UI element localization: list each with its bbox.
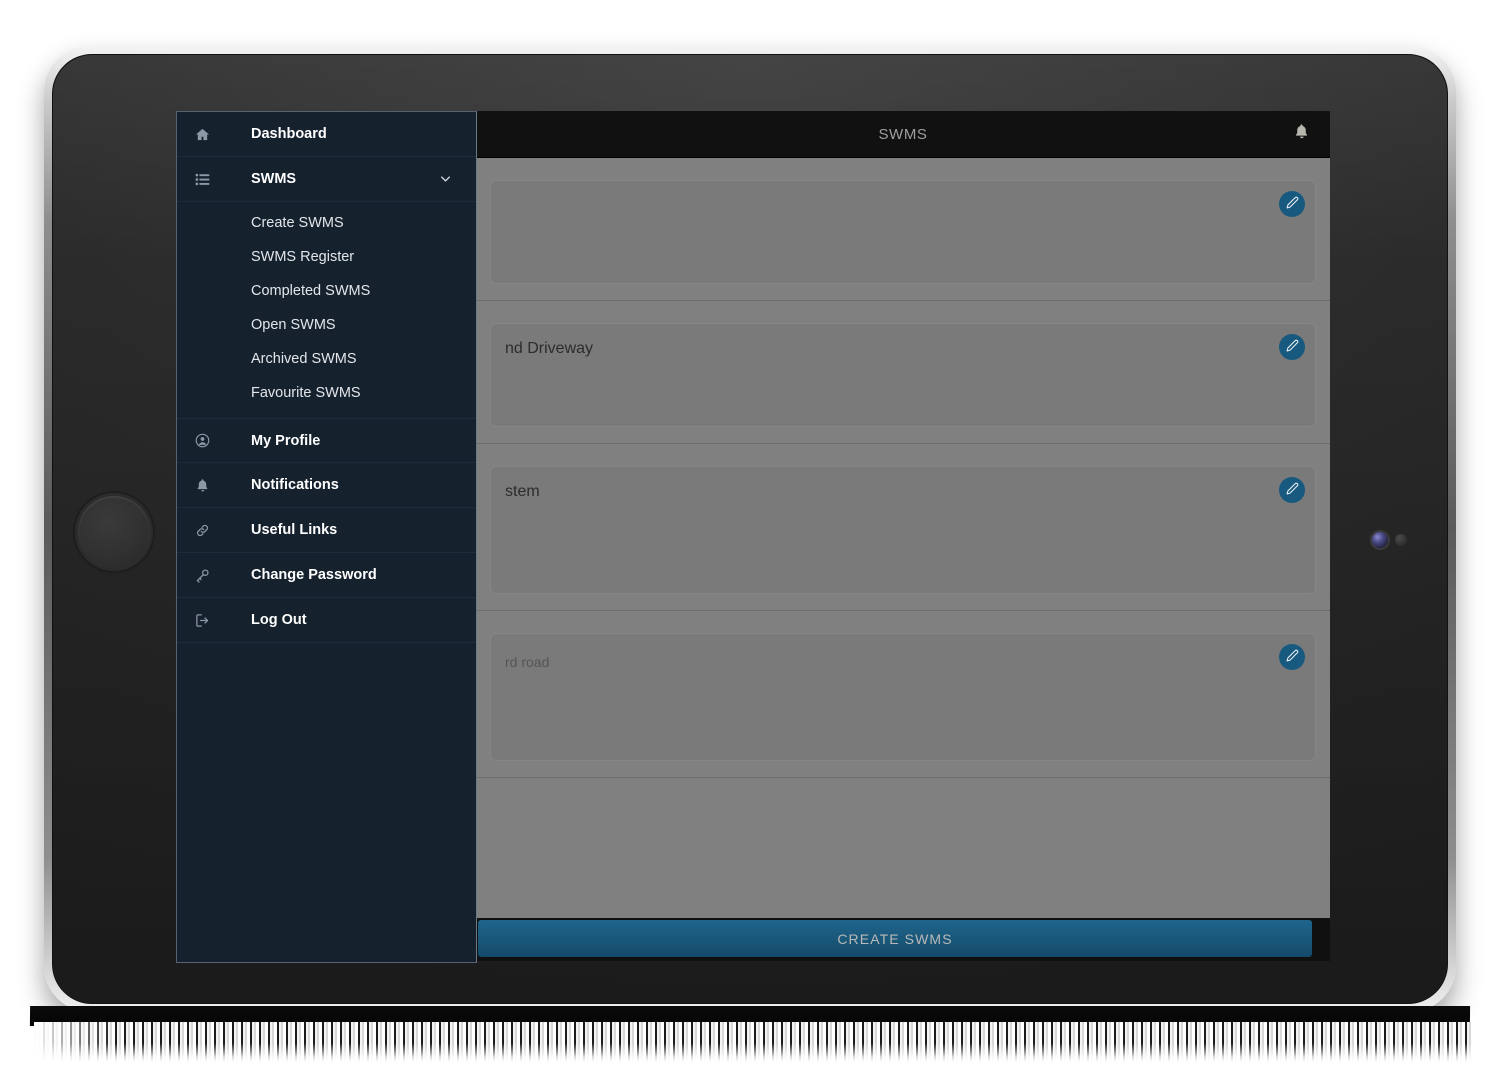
edit-pencil-icon [1286,339,1299,355]
edit-swms-button[interactable] [1279,644,1305,670]
sidebar-item-label: Useful Links [251,522,338,538]
create-swms-bar: CREATE SWMS [476,918,1330,961]
front-camera-icon [1372,532,1388,548]
bell-icon [1293,123,1310,145]
create-swms-button[interactable]: CREATE SWMS [478,920,1312,957]
dock-keys-pattern [34,1022,1474,1062]
sidebar-subitem-label: Archived SWMS [251,351,357,367]
sidebar-item-label: My Profile [251,432,321,449]
sidebar-item-label: Dashboard [251,126,327,142]
bell-icon [195,478,227,493]
sidebar-subitem-swms-register[interactable]: SWMS Register [177,240,476,274]
navigation-drawer[interactable]: Dashboard SWMS Create SWMS SWMS Register… [176,111,477,963]
swms-submenu: Create SWMS SWMS Register Completed SWMS… [177,202,476,418]
sidebar-item-label: SWMS [251,171,297,187]
sidebar-subitem-create-swms[interactable]: Create SWMS [177,206,476,240]
swms-card-title: stem [505,483,540,500]
sidebar-subitem-favourite-swms[interactable]: Favourite SWMS [177,376,476,410]
ambient-light-sensor-icon [1395,534,1407,546]
list-item[interactable]: rd road [476,611,1330,778]
swms-card[interactable]: nd Driveway [490,323,1316,427]
home-button[interactable] [78,496,150,568]
list-item[interactable]: stem [476,444,1330,611]
sidebar-subitem-label: Completed SWMS [251,283,371,299]
sidebar-item-change-password[interactable]: Change Password [177,553,476,598]
sidebar-item-log-out[interactable]: Log Out [177,598,476,643]
edit-pencil-icon [1286,482,1299,498]
sidebar-subitem-completed-swms[interactable]: Completed SWMS [177,274,476,308]
list-icon [195,172,227,187]
list-item[interactable]: nd Driveway [476,301,1330,444]
screenshot-stage: SWMS nd Driveway stem rd road CREATE SWM… [0,0,1500,1086]
sidebar-item-label: Log Out [251,612,307,628]
chevron-down-icon[interactable] [439,173,452,186]
page-title: SWMS [878,125,928,143]
sidebar-subitem-open-swms[interactable]: Open SWMS [177,308,476,342]
sidebar-item-dashboard[interactable]: Dashboard [177,112,476,157]
sidebar-subitem-label: SWMS Register [251,249,355,265]
edit-pencil-icon [1286,649,1299,665]
edit-swms-button[interactable] [1279,334,1305,360]
key-icon [195,568,227,583]
sidebar-item-label: Notifications [251,477,339,493]
edit-pencil-icon [1286,196,1299,212]
sidebar-subitem-archived-swms[interactable]: Archived SWMS [177,342,476,376]
swms-card[interactable] [490,180,1316,284]
notifications-button[interactable] [1286,119,1316,149]
app-screen: SWMS nd Driveway stem rd road CREATE SWM… [476,111,1330,961]
dock-left-fade [34,1022,114,1062]
swms-card[interactable]: rd road [490,633,1316,761]
edit-swms-button[interactable] [1279,191,1305,217]
edit-swms-button[interactable] [1279,477,1305,503]
sidebar-item-swms[interactable]: SWMS [177,157,476,202]
sidebar-item-notifications[interactable]: Notifications [177,463,476,508]
sidebar-item-useful-links[interactable]: Useful Links [177,508,476,553]
swms-list[interactable]: nd Driveway stem rd road [476,158,1330,918]
dock-keys [34,1022,1474,1062]
logout-icon [195,613,227,628]
sidebar-item-my-profile[interactable]: My Profile [177,418,476,463]
swms-card[interactable]: stem [490,466,1316,594]
user-circle-icon [195,433,227,448]
sidebar-subitem-label: Open SWMS [251,317,336,333]
home-icon [195,127,227,142]
list-item[interactable] [476,158,1330,301]
app-header: SWMS [476,111,1330,158]
sidebar-item-label: Change Password [251,567,377,583]
sidebar-subitem-label: Favourite SWMS [251,385,361,401]
sidebar-subitem-label: Create SWMS [251,215,344,231]
swms-card-title: nd Driveway [505,340,594,357]
swms-card-subtitle: rd road [505,654,550,670]
link-icon [195,523,227,538]
